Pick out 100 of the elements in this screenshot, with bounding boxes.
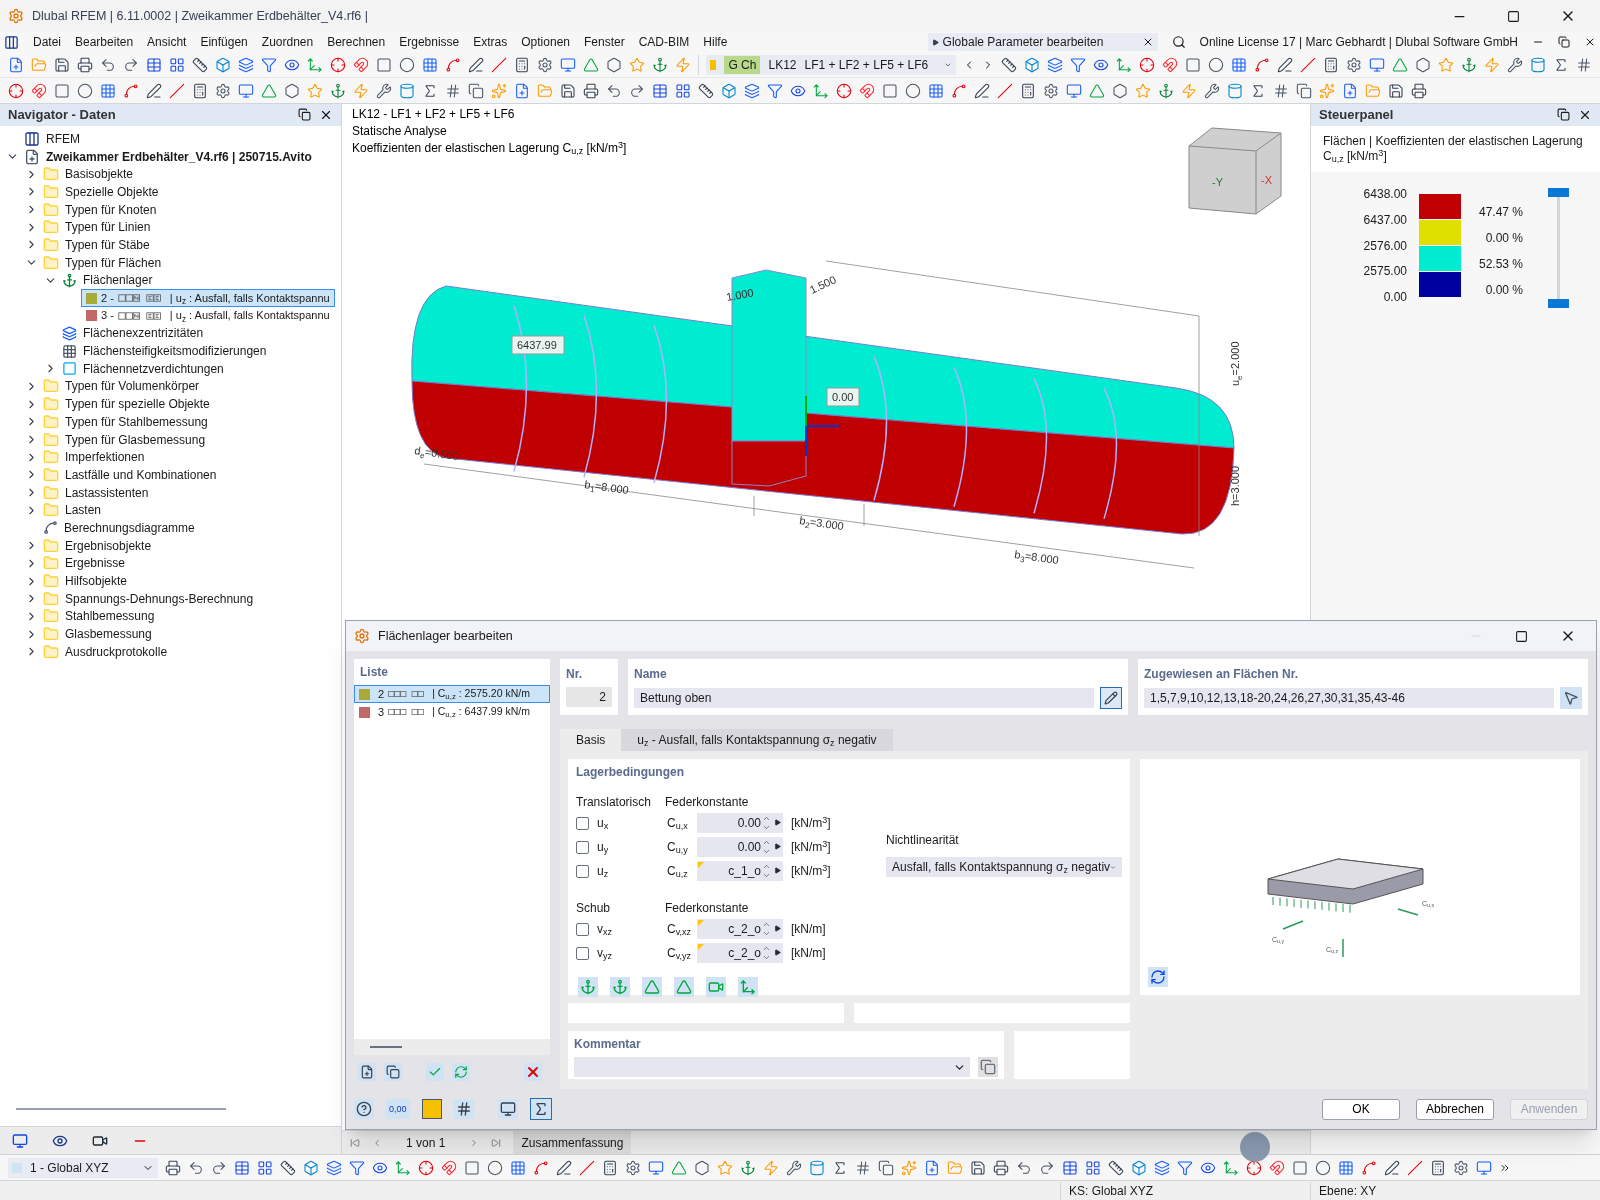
slider-thumb[interactable] [1548, 299, 1569, 308]
caret-icon[interactable] [774, 867, 781, 874]
sigma-icon[interactable] [1250, 82, 1266, 99]
tree-item[interactable]: Typen für Volumenkörper [65, 377, 200, 396]
new-file-icon[interactable] [924, 1159, 940, 1176]
calculator-icon[interactable] [514, 56, 530, 73]
magnet-icon[interactable] [31, 82, 47, 99]
crosshair-icon[interactable] [836, 82, 852, 99]
copy-icon[interactable] [1296, 82, 1312, 99]
square-icon[interactable] [54, 82, 70, 99]
tree-item[interactable]: Basisobjekte [65, 165, 134, 184]
curve-icon[interactable] [951, 82, 967, 99]
hash-icon[interactable] [445, 82, 461, 99]
monitor-icon[interactable] [1066, 82, 1082, 99]
color-button[interactable] [421, 1099, 442, 1119]
magnet-icon[interactable] [441, 1159, 457, 1176]
tree-item[interactable]: Typen für Stäbe [65, 235, 150, 254]
curve-icon[interactable] [445, 56, 461, 73]
filter-icon[interactable] [261, 56, 277, 73]
close-icon[interactable] [1584, 36, 1596, 48]
spring-input[interactable]: c_2_o [697, 943, 783, 963]
menu-item[interactable]: Extras [473, 33, 508, 51]
table-icon[interactable] [453, 1099, 474, 1119]
magnet-icon[interactable] [353, 56, 369, 73]
tree-item[interactable]: Stahlbemessung [65, 607, 155, 626]
tree-item[interactable]: Ergebnisobjekte [65, 536, 152, 555]
line-icon[interactable] [1407, 1159, 1423, 1176]
circle-icon[interactable] [487, 1159, 503, 1176]
copy-icon[interactable] [978, 1057, 998, 1077]
spring-input[interactable]: 0.00 [697, 813, 783, 833]
edit-icon[interactable] [1100, 687, 1122, 709]
crosshair-icon[interactable] [1139, 56, 1155, 73]
new-file-icon[interactable] [1342, 82, 1358, 99]
checkbox[interactable] [576, 840, 589, 854]
delete-icon[interactable] [524, 1063, 542, 1081]
calculator-icon[interactable] [602, 1159, 618, 1176]
printer-icon[interactable] [583, 82, 599, 99]
circle-icon[interactable] [399, 56, 415, 73]
printer-icon[interactable] [165, 1159, 181, 1176]
tree-item[interactable]: Lastfälle und Kombinationen [65, 465, 217, 484]
tree-item[interactable]: 2 - | u$_{z}$ : Ausfall, falls Kontaktspannu [81, 288, 335, 308]
monitor-icon[interactable] [238, 82, 254, 99]
monitor-icon[interactable] [497, 1099, 518, 1119]
calculator-icon[interactable] [1323, 56, 1339, 73]
layers-icon[interactable] [1047, 56, 1063, 73]
number-field[interactable]: 2 [566, 687, 612, 707]
dialog-button[interactable]: Abbrechen [1416, 1098, 1494, 1120]
axes-icon[interactable] [813, 82, 829, 99]
menu-item[interactable]: Ergebnisse [399, 33, 460, 51]
layers-icon[interactable] [744, 82, 760, 99]
settings-icon[interactable] [625, 1159, 641, 1176]
caret-icon[interactable] [774, 925, 781, 932]
undock-icon[interactable] [1557, 108, 1570, 121]
hexagon-icon[interactable] [284, 82, 300, 99]
caret-icon[interactable] [774, 949, 781, 956]
star-icon[interactable] [717, 1159, 733, 1176]
tree-item[interactable]: 3 - | u$_{z}$ : Ausfall, falls Kontaktspannu [81, 306, 335, 325]
grid-icon[interactable] [1231, 56, 1247, 73]
menu-item[interactable]: CAD-BIM [638, 33, 690, 51]
monitor-icon[interactable] [1369, 56, 1385, 73]
curve-icon[interactable] [1361, 1159, 1377, 1176]
anchor-icon[interactable] [652, 56, 668, 73]
checkbox[interactable] [576, 946, 589, 960]
undo-icon[interactable] [1016, 1159, 1032, 1176]
tree-item[interactable]: Glasbemessung [65, 625, 152, 644]
axes-icon[interactable] [395, 1159, 411, 1176]
new-icon[interactable] [358, 1063, 376, 1081]
tree-item[interactable]: Typen für Linien [65, 218, 151, 237]
triangle-icon[interactable] [1089, 82, 1105, 99]
list-item[interactable]: 3 | C$_{u,z}$ : 6437.99 kN/m [354, 703, 550, 721]
formula-icon[interactable] [529, 1098, 552, 1120]
magnet-icon[interactable] [1162, 56, 1178, 73]
pointer-icon[interactable] [1560, 687, 1582, 709]
line-icon[interactable] [579, 1159, 595, 1176]
sigma-icon[interactable] [832, 1159, 848, 1176]
wrench-icon[interactable] [786, 1159, 802, 1176]
settings-icon[interactable] [1346, 56, 1362, 73]
filter-icon[interactable] [767, 82, 783, 99]
circle-icon[interactable] [1315, 1159, 1331, 1176]
anchor-icon[interactable] [1158, 82, 1174, 99]
ruler-icon[interactable] [1001, 56, 1017, 73]
pen-icon[interactable] [1384, 1159, 1400, 1176]
square-icon[interactable] [464, 1159, 480, 1176]
pen-icon[interactable] [974, 82, 990, 99]
checkbox[interactable] [576, 864, 589, 878]
search-icon[interactable] [1171, 35, 1186, 49]
redo-icon[interactable] [629, 82, 645, 99]
filter-icon[interactable] [349, 1159, 365, 1176]
circle-icon[interactable] [1208, 56, 1224, 73]
maximize-icon[interactable] [1507, 9, 1520, 23]
ruler-icon[interactable] [192, 56, 208, 73]
line-icon[interactable] [1300, 56, 1316, 73]
tree-item[interactable]: Lasten [65, 501, 102, 520]
pen-icon[interactable] [556, 1159, 572, 1176]
spring-input[interactable]: 0.00 [697, 837, 783, 857]
pen-icon[interactable] [1277, 56, 1293, 73]
decimals-button[interactable]: 0,00 [386, 1099, 410, 1119]
wrench-icon[interactable] [376, 82, 392, 99]
line-icon[interactable] [491, 56, 507, 73]
support-icon[interactable] [610, 977, 630, 997]
